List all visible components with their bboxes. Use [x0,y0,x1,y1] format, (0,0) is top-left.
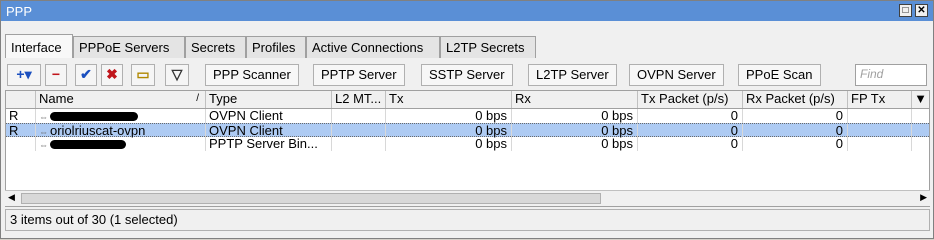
row-fp-tx [848,137,912,151]
l2tp-server-button[interactable]: L2TP Server [528,64,617,86]
column-header-flag[interactable] [6,91,36,108]
row-name-text: oriolriuscat-ovpn [50,124,146,138]
row-rx: 0 bps [512,124,638,138]
column-header-rx-packet[interactable]: Rx Packet (p/s) [743,91,848,108]
column-menu-chevron-down-icon[interactable]: ▼ [912,91,929,108]
tab-secrets[interactable]: Secrets [185,36,246,58]
remove-icon[interactable]: − [45,64,67,86]
table-row-selected[interactable]: R ⇔ oriolriuscat-ovpn OVPN Client 0 bps 0… [6,123,929,138]
title-bar[interactable]: PPP □ ✕ [1,1,933,21]
row-rx-packet: 0 [743,124,848,138]
pptp-server-button[interactable]: PPTP Server [313,64,405,86]
row-tx-packet: 0 [638,109,743,123]
row-rx-packet: 0 [743,109,848,123]
row-rx: 0 bps [512,137,638,151]
row-name: ⇔ [36,137,206,151]
window-title: PPP [6,4,33,19]
row-type: OVPN Client [206,124,332,138]
column-header-type[interactable]: Type [206,91,332,108]
restore-button[interactable]: □ [899,4,912,17]
tab-profiles[interactable]: Profiles [246,36,306,58]
column-header-fp-tx[interactable]: FP Tx [848,91,912,108]
row-l2mtu [332,137,386,151]
row-flag: R [6,109,36,123]
column-header-name[interactable]: Name / [36,91,206,108]
horizontal-scrollbar[interactable]: ◀ ▶ [5,190,930,206]
column-header-label: Name [39,91,74,106]
row-rx-packet: 0 [743,137,848,151]
row-name: ⇔ [36,109,206,123]
row-type: PPTP Server Bin... [206,137,332,151]
pppoe-scan-button[interactable]: PPoE Scan [738,64,821,86]
table-row[interactable]: ⇔ PPTP Server Bin... 0 bps 0 bps 0 0 [6,137,929,151]
row-fp-tx [848,124,912,138]
disable-icon[interactable]: ✖ [101,64,123,86]
column-header-tx[interactable]: Tx [386,91,512,108]
interface-icon: ⇔ [39,127,48,137]
interface-icon: ⇔ [39,140,48,150]
table-row[interactable]: R ⇔ OVPN Client 0 bps 0 bps 0 0 [6,109,929,123]
ppp-scanner-button[interactable]: PPP Scanner [205,64,299,86]
column-header-tx-packet[interactable]: Tx Packet (p/s) [638,91,743,108]
scroll-left-icon[interactable]: ◀ [8,192,15,203]
row-tx: 0 bps [386,109,512,123]
table-header: Name / Type L2 MT... Tx Rx Tx Packet (p/s… [6,91,929,109]
row-l2mtu [332,124,386,138]
tab-active-connections[interactable]: Active Connections [306,36,440,58]
tab-l2tp-secrets[interactable]: L2TP Secrets [440,36,536,58]
tab-interface[interactable]: Interface [5,34,73,58]
close-button[interactable]: ✕ [915,4,928,17]
sstp-server-button[interactable]: SSTP Server [421,64,513,86]
row-tx: 0 bps [386,124,512,138]
comment-icon[interactable]: ▭ [131,64,155,86]
status-bar: 3 items out of 30 (1 selected) [5,209,930,231]
ppp-window: PPP □ ✕ Interface PPPoE Servers Secrets … [0,0,934,239]
row-l2mtu [332,109,386,123]
enable-icon[interactable]: ✔ [75,64,97,86]
ovpn-server-button[interactable]: OVPN Server [629,64,724,86]
row-tx: 0 bps [386,137,512,151]
tab-pppoe-servers[interactable]: PPPoE Servers [73,36,185,58]
scroll-right-icon[interactable]: ▶ [920,192,927,203]
row-flag: R [6,124,36,138]
redacted-name [50,112,138,122]
find-input[interactable]: Find [855,64,927,86]
row-tx-packet: 0 [638,124,743,138]
scrollbar-thumb[interactable] [21,193,601,204]
sort-indicator: / [196,93,199,104]
filter-icon[interactable]: ▽ [165,64,189,86]
redacted-name [50,140,126,150]
row-rx: 0 bps [512,109,638,123]
column-header-l2mtu[interactable]: L2 MT... [332,91,386,108]
toolbar: +▾ − ✔ ✖ ▭ ▽ PPP Scanner PPTP Server SST… [5,63,929,87]
add-icon[interactable]: +▾ [7,64,41,86]
interface-icon: ⇔ [39,112,48,122]
row-flag [6,137,36,151]
row-fp-tx [848,109,912,123]
row-name: ⇔ oriolriuscat-ovpn [36,124,206,138]
row-tx-packet: 0 [638,137,743,151]
row-type: OVPN Client [206,109,332,123]
column-header-rx[interactable]: Rx [512,91,638,108]
